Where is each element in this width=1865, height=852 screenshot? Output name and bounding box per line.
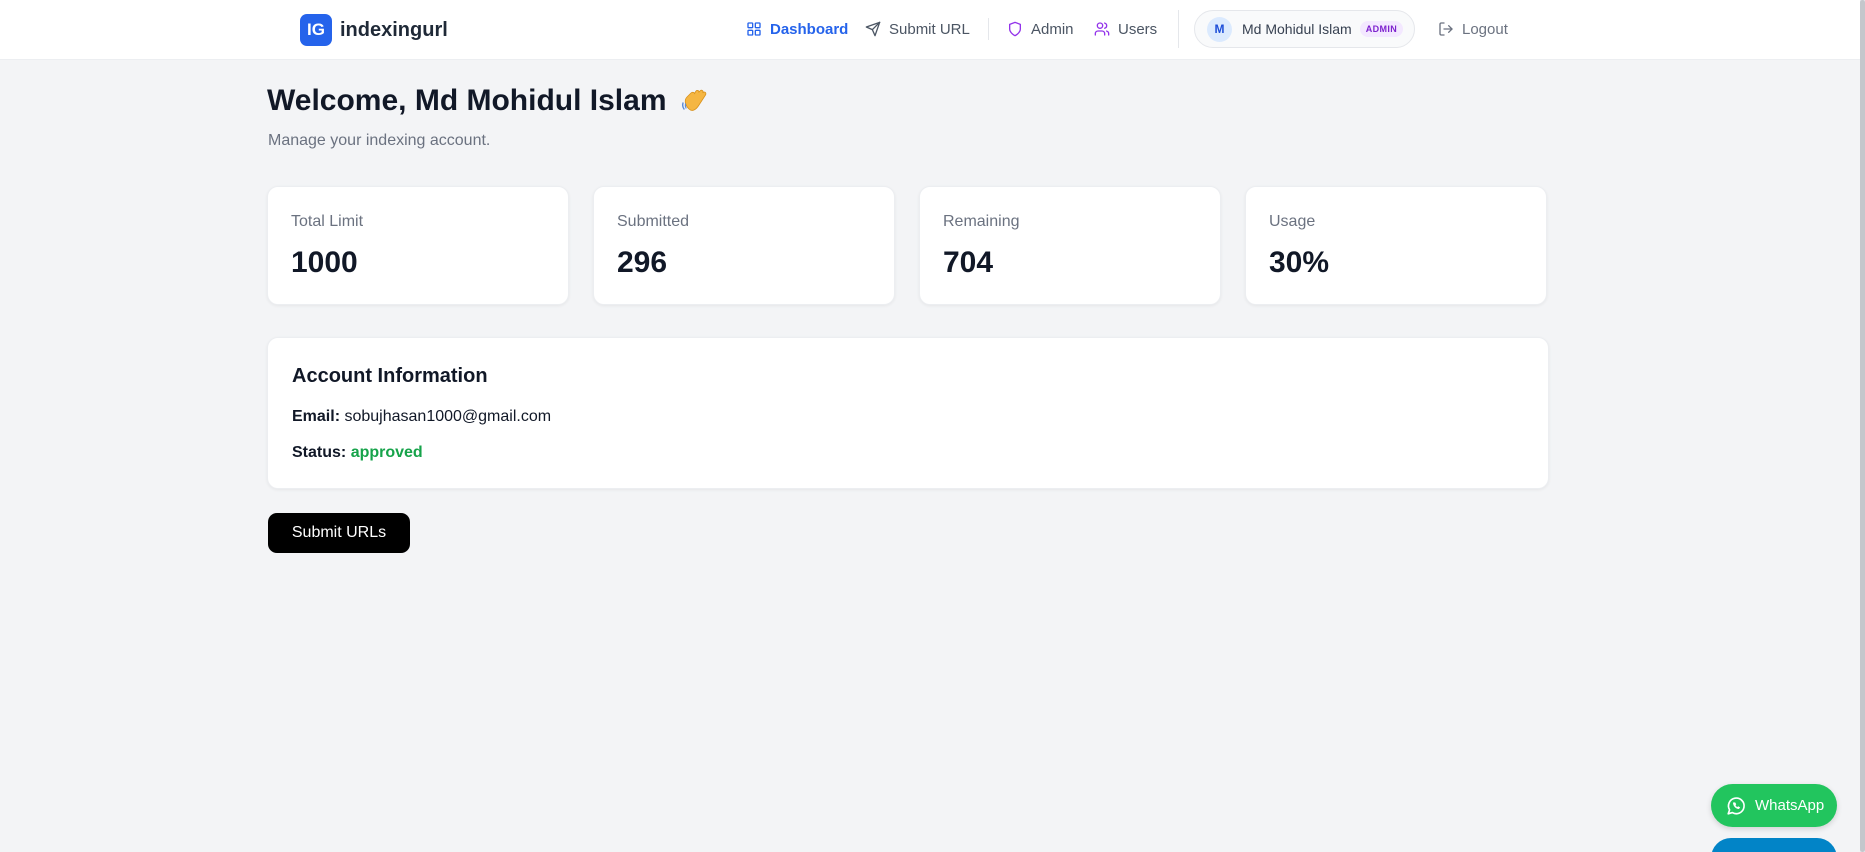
nav-divider bbox=[988, 18, 989, 40]
stat-value: 30% bbox=[1269, 246, 1330, 279]
brand-logo: IG bbox=[300, 14, 332, 46]
role-badge: ADMIN bbox=[1359, 21, 1404, 37]
shield-icon bbox=[1009, 21, 1021, 37]
stat-label: Usage bbox=[1269, 213, 1316, 230]
account-email-row: Email: sobujhasan1000@gmail.com bbox=[292, 408, 551, 426]
page-title: Welcome, Md Mohidul Islam bbox=[267, 84, 711, 118]
account-title: Account Information bbox=[292, 365, 488, 387]
scrollbar-thumb[interactable] bbox=[1860, 0, 1865, 852]
stat-value: 704 bbox=[943, 246, 994, 279]
email-label: Email: bbox=[292, 408, 341, 425]
users-icon bbox=[1094, 22, 1110, 36]
nav-dashboard-label: Dashboard bbox=[770, 20, 849, 38]
avatar: M bbox=[1207, 16, 1232, 42]
logout-button[interactable]: Logout bbox=[1438, 18, 1508, 40]
whatsapp-icon bbox=[1727, 796, 1745, 815]
whatsapp-button[interactable]: WhatsApp bbox=[1711, 784, 1837, 827]
waving-hand-icon bbox=[681, 89, 706, 111]
whatsapp-label: WhatsApp bbox=[1755, 797, 1825, 814]
nav-submit-url[interactable]: Submit URL bbox=[865, 18, 970, 40]
logout-label: Logout bbox=[1462, 20, 1508, 38]
nav-divider bbox=[1178, 10, 1179, 48]
stat-value: 296 bbox=[617, 246, 668, 279]
user-menu[interactable]: M Md Mohidul Islam ADMIN bbox=[1194, 10, 1415, 48]
nav-dashboard[interactable]: Dashboard bbox=[746, 18, 848, 40]
status-badge: approved bbox=[350, 444, 423, 461]
stat-card-usage: Usage 30% bbox=[1245, 186, 1547, 305]
account-status-row: Status: approved bbox=[292, 444, 423, 462]
scrollbar[interactable] bbox=[1860, 0, 1865, 852]
nav-admin-label: Admin bbox=[1031, 20, 1074, 38]
status-label: Status: bbox=[292, 444, 347, 461]
stat-card-remaining: Remaining 704 bbox=[919, 186, 1221, 305]
user-name: Md Mohidul Islam bbox=[1242, 21, 1352, 37]
account-information-card: Account Information Email: sobujhasan100… bbox=[267, 337, 1549, 489]
top-navbar: IG indexingurl Dashboard Submit URL Admi… bbox=[0, 0, 1865, 60]
stat-label: Submitted bbox=[617, 213, 690, 230]
nav-users-label: Users bbox=[1118, 20, 1158, 38]
logout-icon bbox=[1439, 22, 1453, 36]
brand[interactable]: IG indexingurl bbox=[300, 14, 448, 46]
send-icon bbox=[865, 21, 881, 37]
stat-label: Remaining bbox=[943, 213, 1020, 230]
brand-name: indexingurl bbox=[340, 18, 448, 41]
stat-card-total-limit: Total Limit 1000 bbox=[267, 186, 569, 305]
nav-admin[interactable]: Admin bbox=[1007, 18, 1074, 40]
stat-label: Total Limit bbox=[291, 213, 364, 230]
welcome-text: Welcome, Md Mohidul Islam bbox=[267, 84, 667, 117]
nav-submit-url-label: Submit URL bbox=[889, 20, 970, 38]
grid-icon bbox=[747, 22, 761, 36]
stat-value: 1000 bbox=[291, 246, 358, 279]
page-subtitle: Manage your indexing account. bbox=[268, 132, 491, 149]
submit-urls-button[interactable]: Submit URLs bbox=[268, 513, 410, 553]
floating-action-button[interactable] bbox=[1711, 838, 1837, 852]
nav-users[interactable]: Users bbox=[1094, 18, 1157, 40]
stat-card-submitted: Submitted 296 bbox=[593, 186, 895, 305]
email-value: sobujhasan1000@gmail.com bbox=[344, 408, 552, 425]
